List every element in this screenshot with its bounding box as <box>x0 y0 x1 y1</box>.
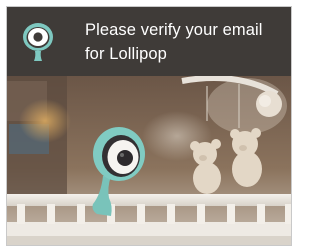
notification-banner[interactable]: Please verify your email for Lollipop <box>7 7 291 76</box>
baby-camera-icon <box>23 23 53 61</box>
notification-message: Please verify your email for Lollipop <box>85 21 263 63</box>
baby-monitor-photo <box>7 76 291 245</box>
app-card: Please verify your email for Lollipop <box>6 6 292 246</box>
